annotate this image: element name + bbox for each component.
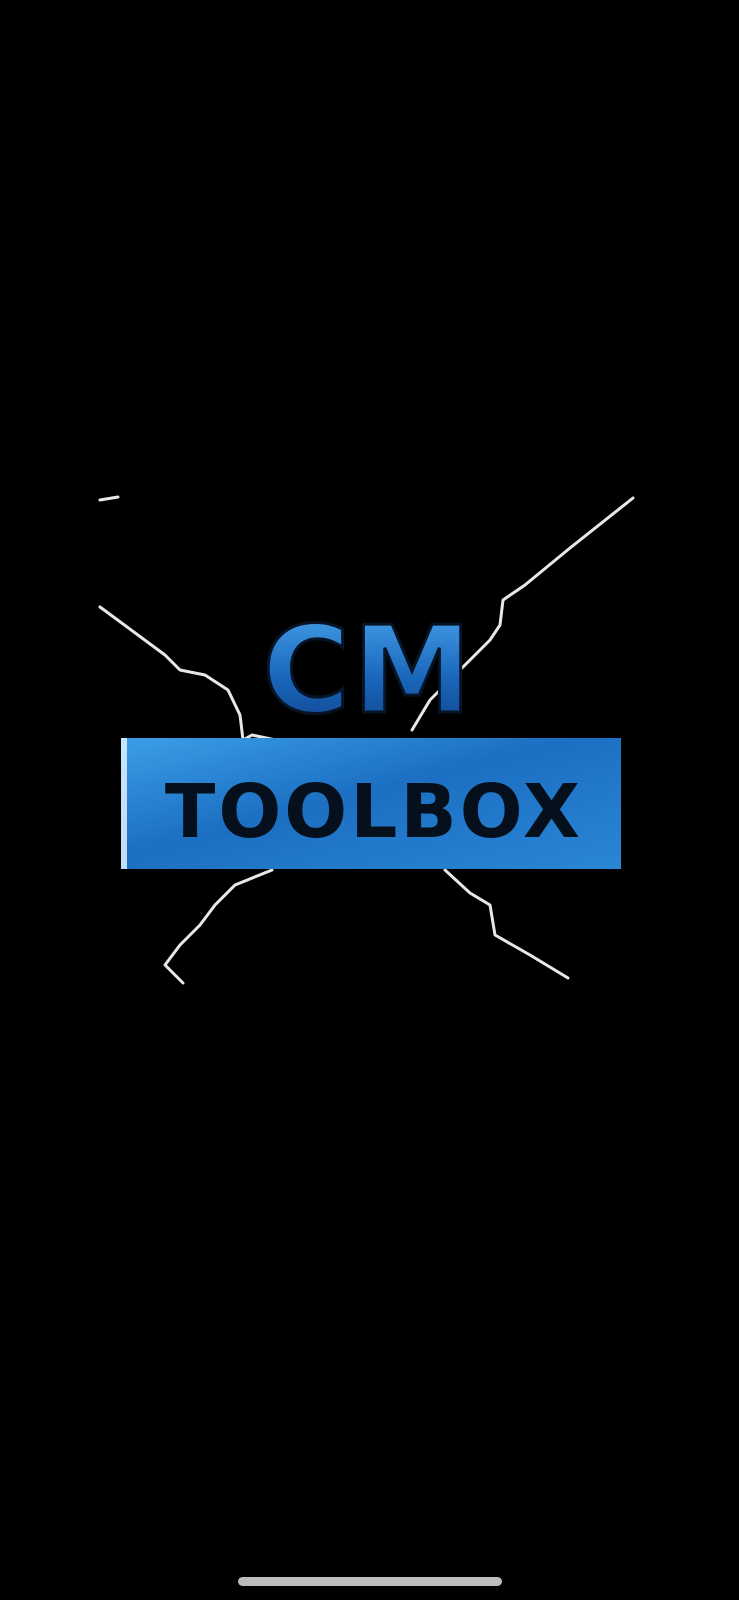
splash-screen: CM TOOLBOX [0, 0, 739, 1600]
toolbox-bar: TOOLBOX [121, 738, 621, 869]
home-indicator[interactable] [238, 1577, 502, 1586]
cm-letters: CM [261, 601, 473, 743]
logo-toolbox-text: TOOLBOX [165, 769, 583, 855]
cm-toolbox-logo: CM TOOLBOX [98, 495, 635, 985]
logo-cm-text: CM [262, 602, 473, 741]
